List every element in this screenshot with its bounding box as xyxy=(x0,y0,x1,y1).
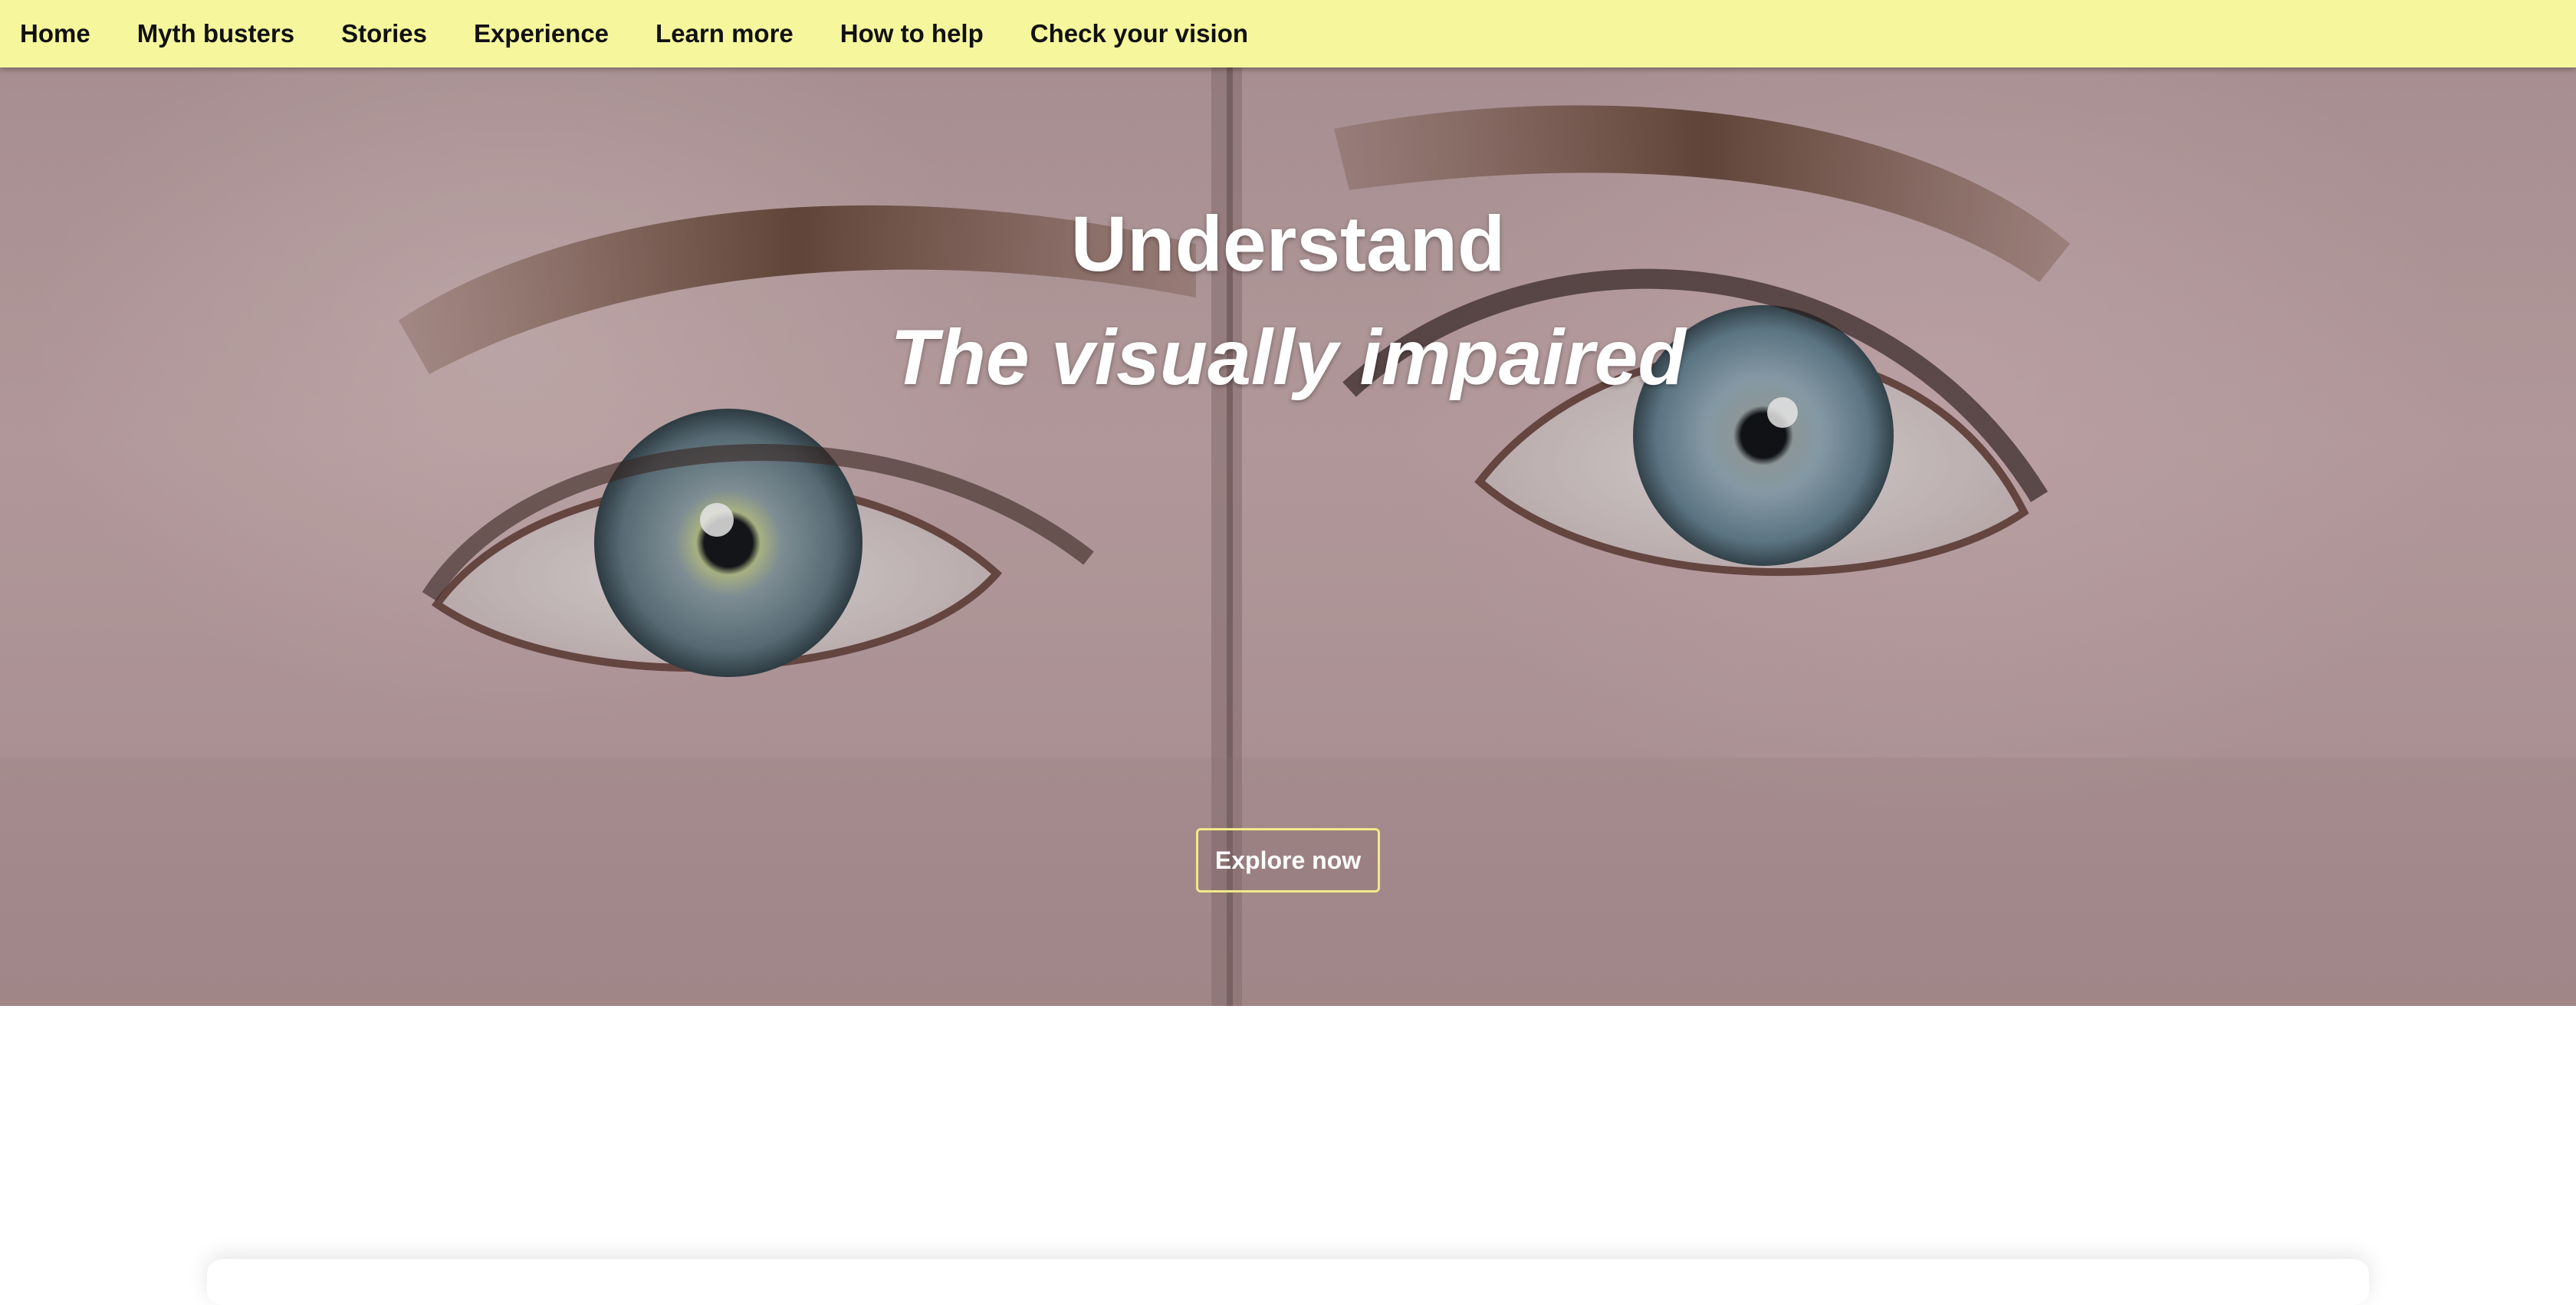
nav-item-home[interactable]: Home xyxy=(20,19,90,48)
nav-item-check-your-vision[interactable]: Check your vision xyxy=(1030,19,1248,48)
nav-item-experience[interactable]: Experience xyxy=(474,19,609,48)
hero-title: Understand xyxy=(1070,200,1506,288)
content-card xyxy=(207,1259,2369,1305)
nav-item-myth-busters[interactable]: Myth busters xyxy=(137,19,294,48)
nav-item-learn-more[interactable]: Learn more xyxy=(656,19,794,48)
hero-subtitle: The visually impaired xyxy=(890,314,1686,401)
hero-section: Understand The visually impaired Explore… xyxy=(0,67,2576,1006)
content-area xyxy=(0,1006,2576,1305)
top-navigation-bar: Home Myth busters Stories Experience Lea… xyxy=(0,0,2576,67)
nav-item-stories[interactable]: Stories xyxy=(341,19,427,48)
explore-now-button[interactable]: Explore now xyxy=(1196,828,1380,892)
nav-item-how-to-help[interactable]: How to help xyxy=(840,19,984,48)
